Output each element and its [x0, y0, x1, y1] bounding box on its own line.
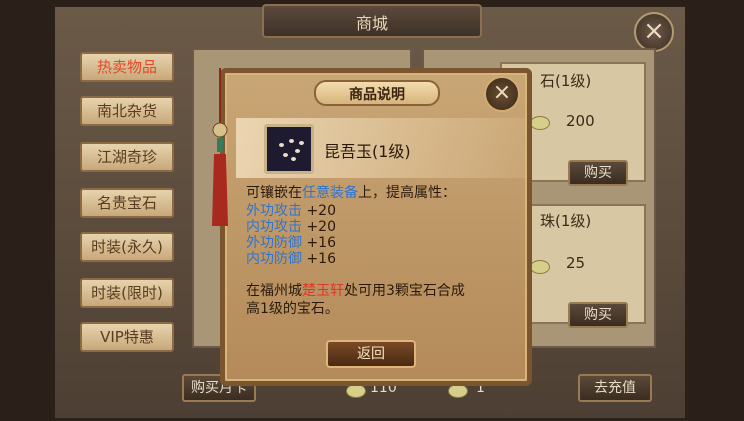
tab-gems[interactable]: 名贵宝石 [80, 188, 174, 218]
shop-close-icon[interactable]: × [634, 12, 674, 52]
back-button[interactable]: 返回 [326, 340, 416, 368]
stat-name: 内功攻击 [246, 219, 302, 235]
stat-value: +16 [306, 235, 336, 251]
note-line-2: 高1级的宝石。 [246, 301, 339, 317]
tab-general-goods[interactable]: 南北杂货 [80, 96, 174, 126]
tab-outfit-permanent[interactable]: 时装(永久) [80, 232, 174, 262]
silver-icon [448, 384, 468, 398]
desc-text: 可镶嵌在 [246, 185, 302, 201]
tab-outfit-timed[interactable]: 时装(限时) [80, 278, 174, 308]
tab-jianghu-treasures[interactable]: 江湖奇珍 [80, 142, 174, 172]
desc-line-1: 可镶嵌在任意装备上，提高属性： [246, 184, 456, 202]
item-card-name: 石(1级) [540, 72, 592, 90]
stat-name: 外功防御 [246, 235, 302, 251]
tassel-ornament-icon [212, 68, 228, 226]
tab-hot-items[interactable]: 热卖物品 [80, 52, 174, 82]
note-highlight: 楚玉轩 [302, 283, 344, 299]
item-price: 200 [566, 112, 595, 130]
stat-row: 内功防御 +16 [246, 250, 336, 268]
stat-name: 外功攻击 [246, 203, 302, 219]
shop-title: 商城 [355, 14, 388, 33]
stat-value: +20 [306, 203, 336, 219]
note-text: 在福州城 [246, 283, 302, 299]
item-price: 25 [566, 254, 586, 272]
desc-text: 上，提高属性： [358, 185, 456, 201]
note-line-1: 在福州城楚玉轩处可用3颗宝石合成 [246, 282, 465, 300]
stat-value: +20 [306, 219, 336, 235]
coin-icon [530, 260, 550, 274]
desc-highlight: 任意装备 [302, 185, 358, 201]
coin-icon [530, 116, 550, 130]
item-name: 昆吾玉(1级) [324, 142, 411, 161]
buy-button[interactable]: 购买 [568, 302, 628, 328]
buy-button[interactable]: 购买 [568, 160, 628, 186]
recharge-button[interactable]: 去充值 [578, 374, 652, 402]
dialog-title: 商品说明 [349, 87, 405, 103]
stat-name: 内功防御 [246, 251, 302, 267]
dialog-close-icon[interactable]: × [484, 76, 520, 112]
tab-vip[interactable]: VIP特惠 [80, 322, 174, 352]
stat-value: +16 [306, 251, 336, 267]
note-text: 处可用3颗宝石合成 [344, 283, 465, 299]
gold-icon [346, 384, 366, 398]
gem-icon [264, 124, 314, 174]
item-card-name: 珠(1级) [540, 212, 592, 230]
